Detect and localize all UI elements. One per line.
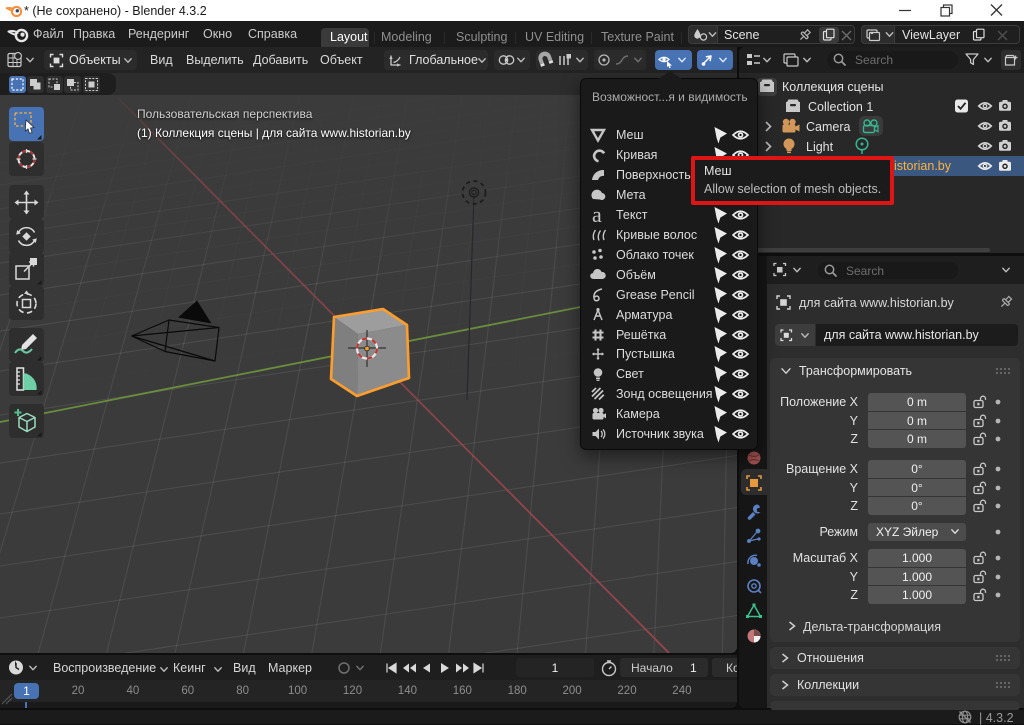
svg-text:a: a: [592, 207, 602, 223]
